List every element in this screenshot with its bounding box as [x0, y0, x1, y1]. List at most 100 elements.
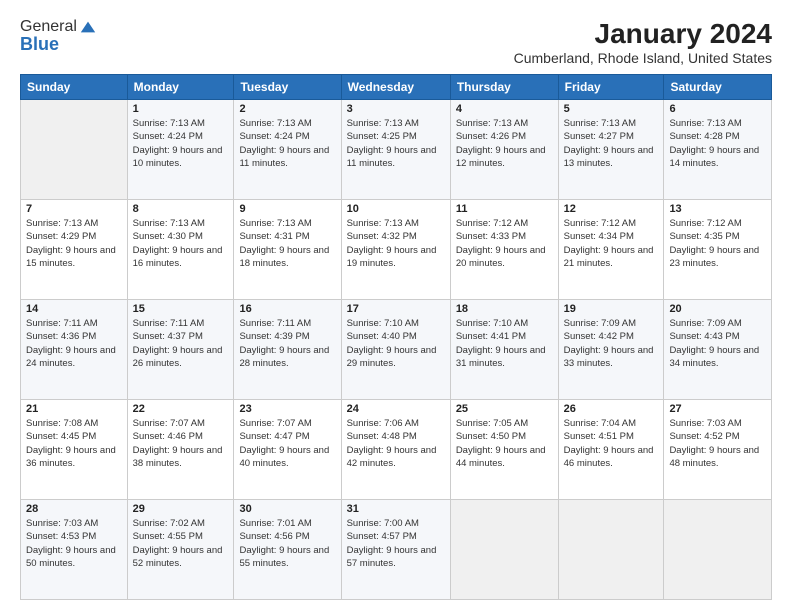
col-tuesday: Tuesday [234, 75, 341, 100]
calendar-cell: 3 Sunrise: 7:13 AMSunset: 4:25 PMDayligh… [341, 100, 450, 200]
day-info: Sunrise: 7:10 AMSunset: 4:40 PMDaylight:… [347, 317, 445, 370]
header: General Blue January 2024 Cumberland, Rh… [20, 18, 772, 66]
col-friday: Friday [558, 75, 664, 100]
calendar-cell: 16 Sunrise: 7:11 AMSunset: 4:39 PMDaylig… [234, 300, 341, 400]
calendar-cell: 28 Sunrise: 7:03 AMSunset: 4:53 PMDaylig… [21, 500, 128, 600]
day-number: 22 [133, 403, 229, 415]
calendar-cell: 2 Sunrise: 7:13 AMSunset: 4:24 PMDayligh… [234, 100, 341, 200]
day-number: 14 [26, 303, 122, 315]
day-info: Sunrise: 7:13 AMSunset: 4:27 PMDaylight:… [564, 117, 659, 170]
calendar-cell: 12 Sunrise: 7:12 AMSunset: 4:34 PMDaylig… [558, 200, 664, 300]
day-number: 25 [456, 403, 553, 415]
day-info: Sunrise: 7:02 AMSunset: 4:55 PMDaylight:… [133, 517, 229, 570]
day-number: 27 [669, 403, 766, 415]
calendar-cell [450, 500, 558, 600]
calendar-cell: 8 Sunrise: 7:13 AMSunset: 4:30 PMDayligh… [127, 200, 234, 300]
day-number: 30 [239, 503, 335, 515]
calendar-cell: 17 Sunrise: 7:10 AMSunset: 4:40 PMDaylig… [341, 300, 450, 400]
col-sunday: Sunday [21, 75, 128, 100]
calendar-cell [21, 100, 128, 200]
day-info: Sunrise: 7:13 AMSunset: 4:29 PMDaylight:… [26, 217, 122, 270]
day-number: 5 [564, 103, 659, 115]
calendar-cell [558, 500, 664, 600]
calendar-cell: 1 Sunrise: 7:13 AMSunset: 4:24 PMDayligh… [127, 100, 234, 200]
day-info: Sunrise: 7:12 AMSunset: 4:33 PMDaylight:… [456, 217, 553, 270]
day-number: 3 [347, 103, 445, 115]
day-number: 4 [456, 103, 553, 115]
calendar-cell: 20 Sunrise: 7:09 AMSunset: 4:43 PMDaylig… [664, 300, 772, 400]
day-info: Sunrise: 7:01 AMSunset: 4:56 PMDaylight:… [239, 517, 335, 570]
col-monday: Monday [127, 75, 234, 100]
day-info: Sunrise: 7:13 AMSunset: 4:31 PMDaylight:… [239, 217, 335, 270]
day-number: 24 [347, 403, 445, 415]
day-number: 12 [564, 203, 659, 215]
day-number: 23 [239, 403, 335, 415]
calendar-cell: 9 Sunrise: 7:13 AMSunset: 4:31 PMDayligh… [234, 200, 341, 300]
calendar-cell: 21 Sunrise: 7:08 AMSunset: 4:45 PMDaylig… [21, 400, 128, 500]
page: General Blue January 2024 Cumberland, Rh… [0, 0, 792, 612]
day-number: 21 [26, 403, 122, 415]
col-saturday: Saturday [664, 75, 772, 100]
day-info: Sunrise: 7:11 AMSunset: 4:39 PMDaylight:… [239, 317, 335, 370]
day-number: 26 [564, 403, 659, 415]
day-info: Sunrise: 7:06 AMSunset: 4:48 PMDaylight:… [347, 417, 445, 470]
day-info: Sunrise: 7:05 AMSunset: 4:50 PMDaylight:… [456, 417, 553, 470]
day-info: Sunrise: 7:10 AMSunset: 4:41 PMDaylight:… [456, 317, 553, 370]
day-info: Sunrise: 7:12 AMSunset: 4:35 PMDaylight:… [669, 217, 766, 270]
day-number: 19 [564, 303, 659, 315]
calendar-cell: 30 Sunrise: 7:01 AMSunset: 4:56 PMDaylig… [234, 500, 341, 600]
day-number: 9 [239, 203, 335, 215]
calendar-cell: 15 Sunrise: 7:11 AMSunset: 4:37 PMDaylig… [127, 300, 234, 400]
calendar-table: Sunday Monday Tuesday Wednesday Thursday… [20, 74, 772, 600]
calendar-week-5: 28 Sunrise: 7:03 AMSunset: 4:53 PMDaylig… [21, 500, 772, 600]
day-number: 2 [239, 103, 335, 115]
day-info: Sunrise: 7:13 AMSunset: 4:24 PMDaylight:… [239, 117, 335, 170]
calendar-cell: 4 Sunrise: 7:13 AMSunset: 4:26 PMDayligh… [450, 100, 558, 200]
day-number: 10 [347, 203, 445, 215]
calendar-week-3: 14 Sunrise: 7:11 AMSunset: 4:36 PMDaylig… [21, 300, 772, 400]
logo: General Blue [20, 18, 97, 55]
day-number: 17 [347, 303, 445, 315]
day-info: Sunrise: 7:13 AMSunset: 4:30 PMDaylight:… [133, 217, 229, 270]
calendar-cell: 6 Sunrise: 7:13 AMSunset: 4:28 PMDayligh… [664, 100, 772, 200]
calendar-cell: 18 Sunrise: 7:10 AMSunset: 4:41 PMDaylig… [450, 300, 558, 400]
day-info: Sunrise: 7:13 AMSunset: 4:26 PMDaylight:… [456, 117, 553, 170]
day-number: 15 [133, 303, 229, 315]
day-number: 20 [669, 303, 766, 315]
day-info: Sunrise: 7:07 AMSunset: 4:46 PMDaylight:… [133, 417, 229, 470]
day-info: Sunrise: 7:08 AMSunset: 4:45 PMDaylight:… [26, 417, 122, 470]
calendar-header-row: Sunday Monday Tuesday Wednesday Thursday… [21, 75, 772, 100]
calendar-cell: 27 Sunrise: 7:03 AMSunset: 4:52 PMDaylig… [664, 400, 772, 500]
page-title: January 2024 [514, 18, 772, 50]
day-info: Sunrise: 7:07 AMSunset: 4:47 PMDaylight:… [239, 417, 335, 470]
day-number: 1 [133, 103, 229, 115]
day-info: Sunrise: 7:00 AMSunset: 4:57 PMDaylight:… [347, 517, 445, 570]
col-thursday: Thursday [450, 75, 558, 100]
day-number: 29 [133, 503, 229, 515]
calendar-cell: 14 Sunrise: 7:11 AMSunset: 4:36 PMDaylig… [21, 300, 128, 400]
calendar-cell: 24 Sunrise: 7:06 AMSunset: 4:48 PMDaylig… [341, 400, 450, 500]
day-info: Sunrise: 7:11 AMSunset: 4:36 PMDaylight:… [26, 317, 122, 370]
day-number: 16 [239, 303, 335, 315]
calendar-cell: 25 Sunrise: 7:05 AMSunset: 4:50 PMDaylig… [450, 400, 558, 500]
day-number: 13 [669, 203, 766, 215]
calendar-cell: 7 Sunrise: 7:13 AMSunset: 4:29 PMDayligh… [21, 200, 128, 300]
calendar-cell [664, 500, 772, 600]
day-info: Sunrise: 7:13 AMSunset: 4:25 PMDaylight:… [347, 117, 445, 170]
day-info: Sunrise: 7:13 AMSunset: 4:32 PMDaylight:… [347, 217, 445, 270]
logo-blue-text: Blue [20, 34, 97, 55]
day-number: 8 [133, 203, 229, 215]
calendar-week-4: 21 Sunrise: 7:08 AMSunset: 4:45 PMDaylig… [21, 400, 772, 500]
day-info: Sunrise: 7:11 AMSunset: 4:37 PMDaylight:… [133, 317, 229, 370]
calendar-cell: 10 Sunrise: 7:13 AMSunset: 4:32 PMDaylig… [341, 200, 450, 300]
day-info: Sunrise: 7:09 AMSunset: 4:43 PMDaylight:… [669, 317, 766, 370]
page-subtitle: Cumberland, Rhode Island, United States [514, 50, 772, 66]
calendar-cell: 19 Sunrise: 7:09 AMSunset: 4:42 PMDaylig… [558, 300, 664, 400]
calendar-cell: 26 Sunrise: 7:04 AMSunset: 4:51 PMDaylig… [558, 400, 664, 500]
day-info: Sunrise: 7:12 AMSunset: 4:34 PMDaylight:… [564, 217, 659, 270]
day-info: Sunrise: 7:04 AMSunset: 4:51 PMDaylight:… [564, 417, 659, 470]
col-wednesday: Wednesday [341, 75, 450, 100]
day-number: 11 [456, 203, 553, 215]
title-block: January 2024 Cumberland, Rhode Island, U… [514, 18, 772, 66]
calendar-cell: 13 Sunrise: 7:12 AMSunset: 4:35 PMDaylig… [664, 200, 772, 300]
